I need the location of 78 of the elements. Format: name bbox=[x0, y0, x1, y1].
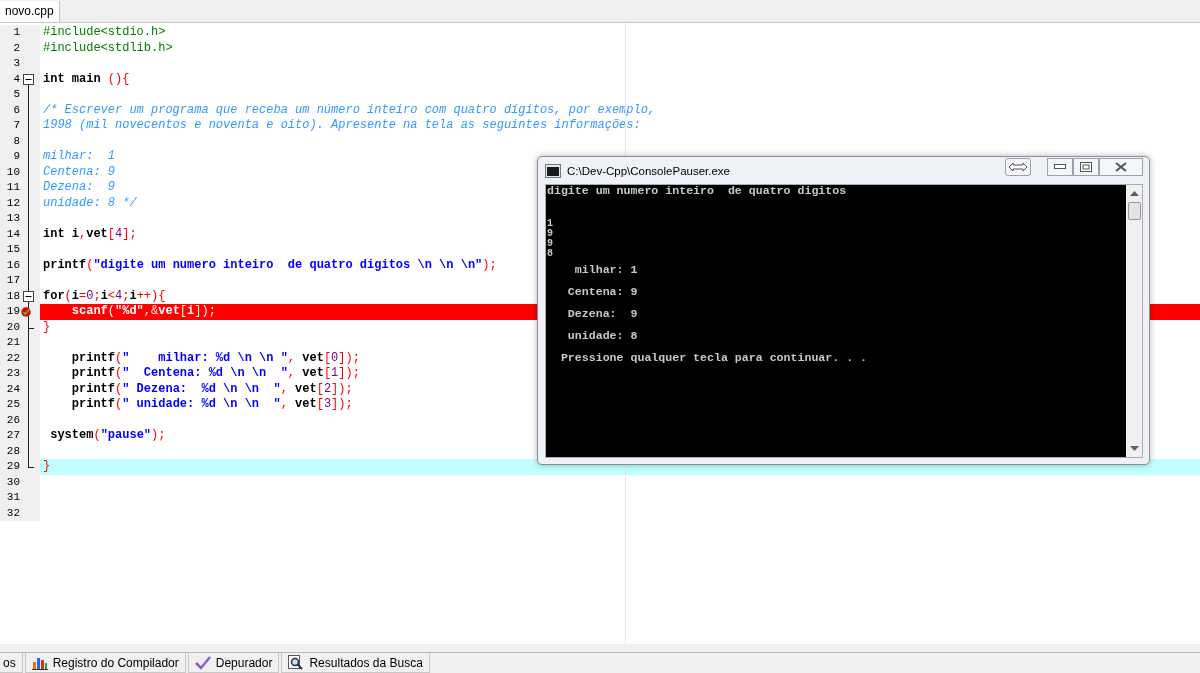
console-app-icon bbox=[545, 163, 561, 178]
line-number: 28 bbox=[5, 443, 20, 459]
file-tab[interactable]: novo.cpp bbox=[0, 1, 60, 22]
code-line: Dezena: 9 bbox=[43, 180, 115, 196]
line-number: 3 bbox=[12, 56, 20, 71]
scroll-down-icon bbox=[1129, 446, 1139, 451]
line-number: 11 bbox=[5, 180, 20, 195]
line-number: 15 bbox=[5, 242, 20, 257]
line-number: 30 bbox=[5, 474, 20, 490]
resize-button[interactable] bbox=[1005, 157, 1031, 176]
line-number: 17 bbox=[5, 273, 20, 288]
line-number: 2 bbox=[12, 40, 20, 56]
search-icon bbox=[288, 655, 305, 670]
line-number: 14 bbox=[5, 226, 20, 242]
line-number: 7 bbox=[12, 118, 20, 133]
code-line: printf("digite um numero inteiro de quatro digitos \n \n \n"); bbox=[43, 257, 497, 273]
line-number: 19 bbox=[5, 304, 20, 319]
code-line: int main (){ bbox=[43, 71, 130, 87]
line-number: 4 bbox=[12, 71, 20, 87]
collapse-icon[interactable] bbox=[23, 73, 34, 85]
line-number: 6 bbox=[12, 102, 20, 118]
line-number: 5 bbox=[12, 87, 20, 102]
line-number: 23 bbox=[5, 366, 20, 381]
maximize-button[interactable] bbox=[1073, 157, 1099, 176]
scroll-up-icon bbox=[1129, 191, 1139, 196]
code-line: #include<stdlib.h> bbox=[43, 40, 173, 56]
scroll-thumb[interactable] bbox=[1127, 202, 1141, 220]
check-icon bbox=[194, 655, 211, 670]
code-line: printf(" Dezena: %d \n \n ", vet[2]); bbox=[70, 381, 353, 397]
minimize-icon bbox=[1054, 163, 1066, 170]
code-line: scanf("%d",&vet[i]); bbox=[70, 304, 216, 320]
minimize-button[interactable] bbox=[1047, 157, 1073, 176]
line-number: 9 bbox=[12, 149, 20, 164]
line-number: 26 bbox=[5, 412, 20, 428]
console-output: digite um numero inteiro de quatro digitos 1 9 9 8 milhar: 1 Centena: 9 Dezena: 9 unidade: 8 Pressione qualquer tecla para continuar. . . bbox=[546, 185, 869, 366]
code-line: for(i=0;i<4;i++){ bbox=[43, 288, 166, 304]
code-line: milhar: 1 bbox=[43, 149, 115, 165]
line-number: 16 bbox=[5, 257, 20, 273]
code-line: int i,vet[4]; bbox=[43, 226, 137, 242]
panel-tab[interactable]: Resultados da Busca bbox=[281, 653, 430, 673]
line-number: 21 bbox=[5, 335, 20, 350]
close-icon bbox=[1115, 161, 1127, 172]
bar-chart-icon bbox=[31, 655, 48, 670]
window-title: C:\Dev-Cpp\ConsolePauser.exe bbox=[567, 164, 730, 177]
line-number: 10 bbox=[5, 164, 20, 180]
line-number: 13 bbox=[5, 211, 20, 226]
code-line: #include<stdio.h> bbox=[43, 25, 166, 41]
line-number: 27 bbox=[5, 428, 20, 443]
panel-tab[interactable]: Registro do Compilador bbox=[24, 653, 186, 673]
line-number: 12 bbox=[5, 195, 20, 211]
line-number: 31 bbox=[5, 490, 20, 505]
scrollbar[interactable] bbox=[1126, 185, 1142, 457]
line-number: 8 bbox=[12, 133, 20, 149]
code-line: } bbox=[43, 459, 51, 475]
double-arrow-icon bbox=[1008, 161, 1028, 172]
line-number: 29 bbox=[5, 459, 20, 474]
code-line: 1998 (mil novecentos e noventa e oito). Apresente na tela as seguintes informações: bbox=[43, 118, 641, 134]
code-line: unidade: 8 */ bbox=[43, 195, 137, 211]
code-line: printf(" unidade: %d \n \n ", vet[3]); bbox=[70, 397, 353, 413]
line-number: 22 bbox=[5, 350, 20, 366]
code-line: printf(" Centena: %d \n \n ", vet[1]); bbox=[70, 366, 360, 382]
line-number: 25 bbox=[5, 397, 20, 412]
code-line: /* Escrever um programa que receba um número inteiro com quatro dígitos, por exemplo, bbox=[43, 102, 656, 118]
close-button[interactable] bbox=[1099, 157, 1143, 176]
breakpoint-icon[interactable] bbox=[21, 307, 31, 317]
line-number: 24 bbox=[5, 381, 20, 397]
collapse-icon[interactable] bbox=[23, 290, 34, 302]
code-line: system("pause"); bbox=[49, 428, 166, 444]
line-number: 32 bbox=[5, 505, 20, 521]
panel-tab[interactable]: os bbox=[0, 653, 23, 673]
code-line: } bbox=[43, 319, 51, 335]
line-number: 18 bbox=[5, 288, 20, 304]
line-number: 1 bbox=[12, 25, 20, 40]
panel-tab[interactable]: Depurador bbox=[187, 653, 280, 673]
maximize-icon bbox=[1080, 161, 1092, 172]
code-line: Centena: 9 bbox=[43, 164, 115, 180]
code-line: printf(" milhar: %d \n \n ", vet[0]); bbox=[70, 350, 360, 366]
line-number: 20 bbox=[5, 319, 20, 335]
